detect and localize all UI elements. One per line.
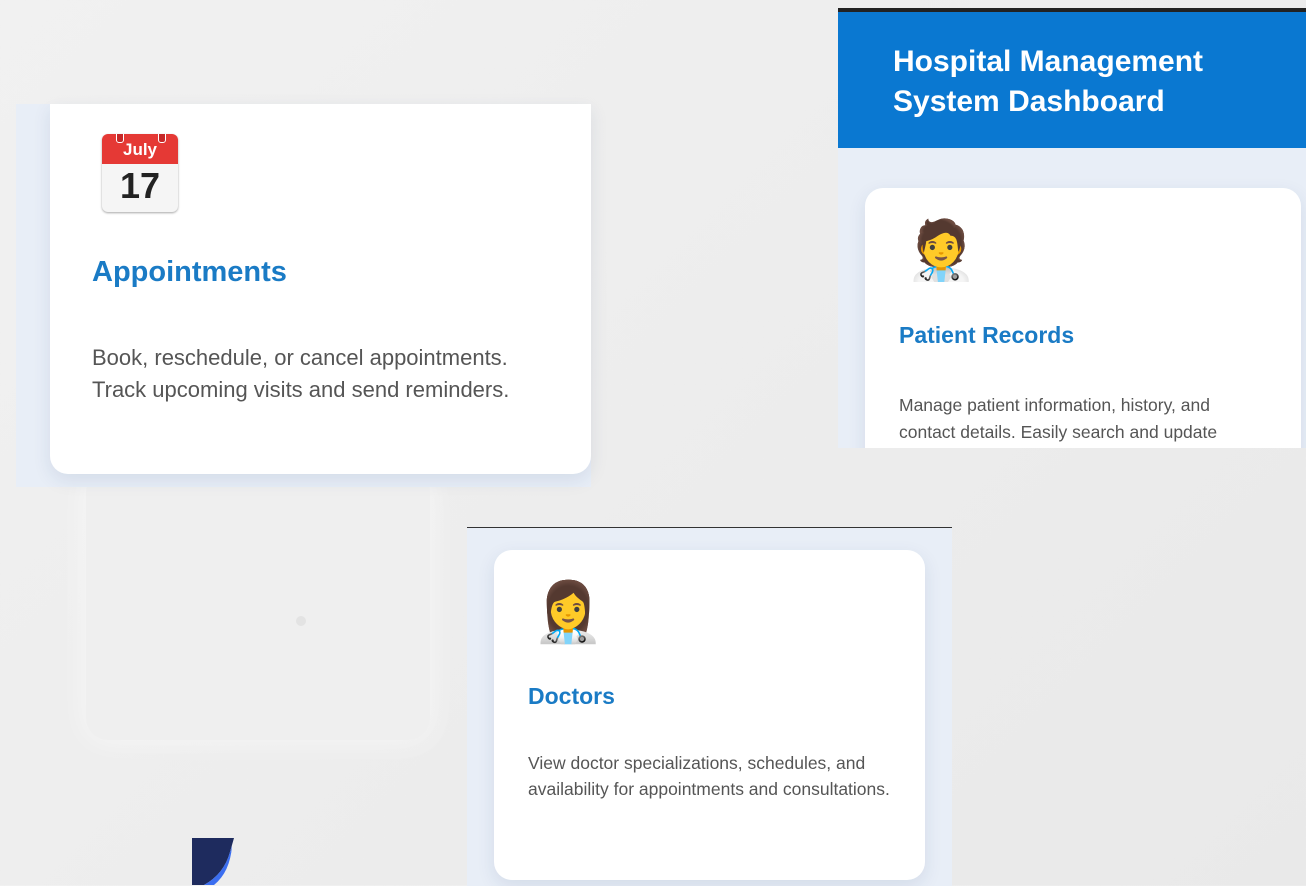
dashboard-title: Hospital Management System Dashboard: [893, 45, 1204, 118]
calendar-ring: [116, 134, 124, 143]
appointments-screenshot: July 17 Appointments Book, reschedule, o…: [16, 104, 591, 487]
calendar-ring: [158, 134, 166, 143]
doctors-title: Doctors: [528, 683, 615, 709]
calendar-month: July: [102, 134, 178, 164]
dashboard-header: Hospital Management System Dashboard: [838, 12, 1306, 148]
background-dot: [296, 616, 306, 626]
patient-records-card[interactable]: 🧑‍⚕️ Patient Records Manage patient info…: [865, 188, 1301, 448]
calendar-day: 17: [119, 165, 161, 206]
calendar-icon: July 17: [102, 134, 178, 212]
doctors-card[interactable]: 👩‍⚕️ Doctors View doctor specializations…: [494, 550, 925, 880]
brand-logo-icon: [192, 838, 234, 885]
appointments-title: Appointments: [92, 256, 287, 288]
health-worker-icon: 🧑‍⚕️: [905, 218, 978, 283]
dashboard-screenshot: Hospital Management System Dashboard 🧑‍⚕…: [838, 8, 1306, 448]
patient-records-title: Patient Records: [899, 322, 1075, 348]
doctors-screenshot: 👩‍⚕️ Doctors View doctor specializations…: [467, 527, 952, 886]
appointments-description: Book, reschedule, or cancel appointments…: [92, 345, 510, 402]
appointments-card[interactable]: July 17 Appointments Book, reschedule, o…: [50, 104, 591, 474]
patient-records-description: Manage patient information, history, and…: [899, 395, 1218, 442]
background-blurred-card: [86, 470, 430, 740]
woman-health-worker-icon: 👩‍⚕️: [532, 580, 605, 645]
doctors-description: View doctor specializations, schedules, …: [528, 753, 890, 799]
